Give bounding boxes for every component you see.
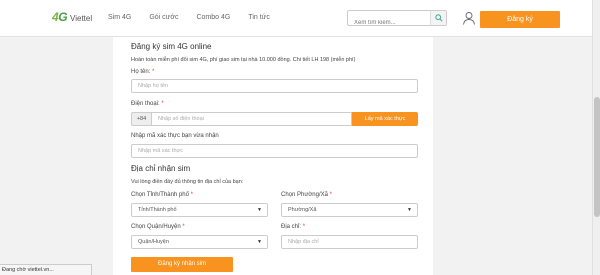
province-select[interactable]: Tỉnh/Thành phố ▼ [131,203,268,217]
form-title: Đăng ký sim 4G online [131,42,212,51]
ward-label: Chọn Phường/Xã * [281,192,332,198]
caret-down-icon: ▼ [257,207,262,213]
name-field[interactable]: Nhập họ tên [131,79,418,93]
ward-select[interactable]: Phường/Xã ▼ [281,203,418,217]
search-box [347,10,447,30]
get-otp-button[interactable]: Lấy mã xác thực [352,112,418,126]
main-nav: Sim 4G Gói cước Combo 4G Tin tức [108,14,288,21]
province-label: Chọn Tỉnh/Thành phố * [131,192,193,198]
name-label: Họ tên: * [131,69,155,75]
user-icon[interactable] [462,11,476,25]
caret-down-icon: ▼ [407,207,412,213]
form-description: Hoàn toàn miễn phí đổi sim 4G, phí giao … [131,57,356,63]
otp-label: Nhập mã xác thực bạn vừa nhận [131,133,219,139]
district-label: Chọn Quận/Huyện * [131,224,185,230]
district-select[interactable]: Quận/Huyện ▼ [131,235,268,249]
nav-combo-4g[interactable]: Combo 4G [196,14,230,21]
phone-label: Điện thoại: * [131,101,164,107]
ward-value: Phường/Xã [288,207,317,213]
search-input[interactable] [348,16,430,30]
address-label: Địa chỉ: * [281,224,306,230]
submit-button[interactable]: Đăng ký nhận sim [131,257,233,272]
caret-down-icon: ▼ [257,239,262,245]
address-field[interactable]: Nhập địa chỉ [281,235,418,249]
browser-status-bar: Đang chờ viettel.vn... [0,264,92,275]
scrollbar-thumb[interactable] [594,97,600,217]
province-value: Tỉnh/Thành phố [138,207,177,213]
otp-field[interactable]: Nhập mã xác thực [131,144,418,158]
nav-sim-4g[interactable]: Sim 4G [108,14,131,21]
address-description: Vui lòng điền đầy đủ thông tin địa chỉ c… [131,179,244,185]
page-scrollbar[interactable] [592,0,600,275]
phone-country-prefix: +84 [131,112,151,126]
nav-tin-tuc[interactable]: Tin tức [248,14,270,21]
register-button[interactable]: Đăng ký [480,11,560,28]
search-button[interactable] [430,11,446,25]
viettel-4g-logo[interactable]: 4G Viettel [52,10,92,24]
address-section-title: Địa chỉ nhận sim [131,164,191,173]
phone-field[interactable]: Nhập số điện thoại [151,112,352,126]
nav-goi-cuoc[interactable]: Gói cước [149,14,178,21]
search-icon [434,14,443,22]
sim-registration-form: Đăng ký sim 4G online Hoàn toàn miễn phí… [113,37,433,275]
logo-4g-mark: 4G [52,10,68,24]
logo-brand-text: Viettel [70,13,93,23]
district-value: Quận/Huyện [138,239,169,245]
site-header: 4G Viettel Sim 4G Gói cước Combo 4G Tin … [0,0,592,37]
